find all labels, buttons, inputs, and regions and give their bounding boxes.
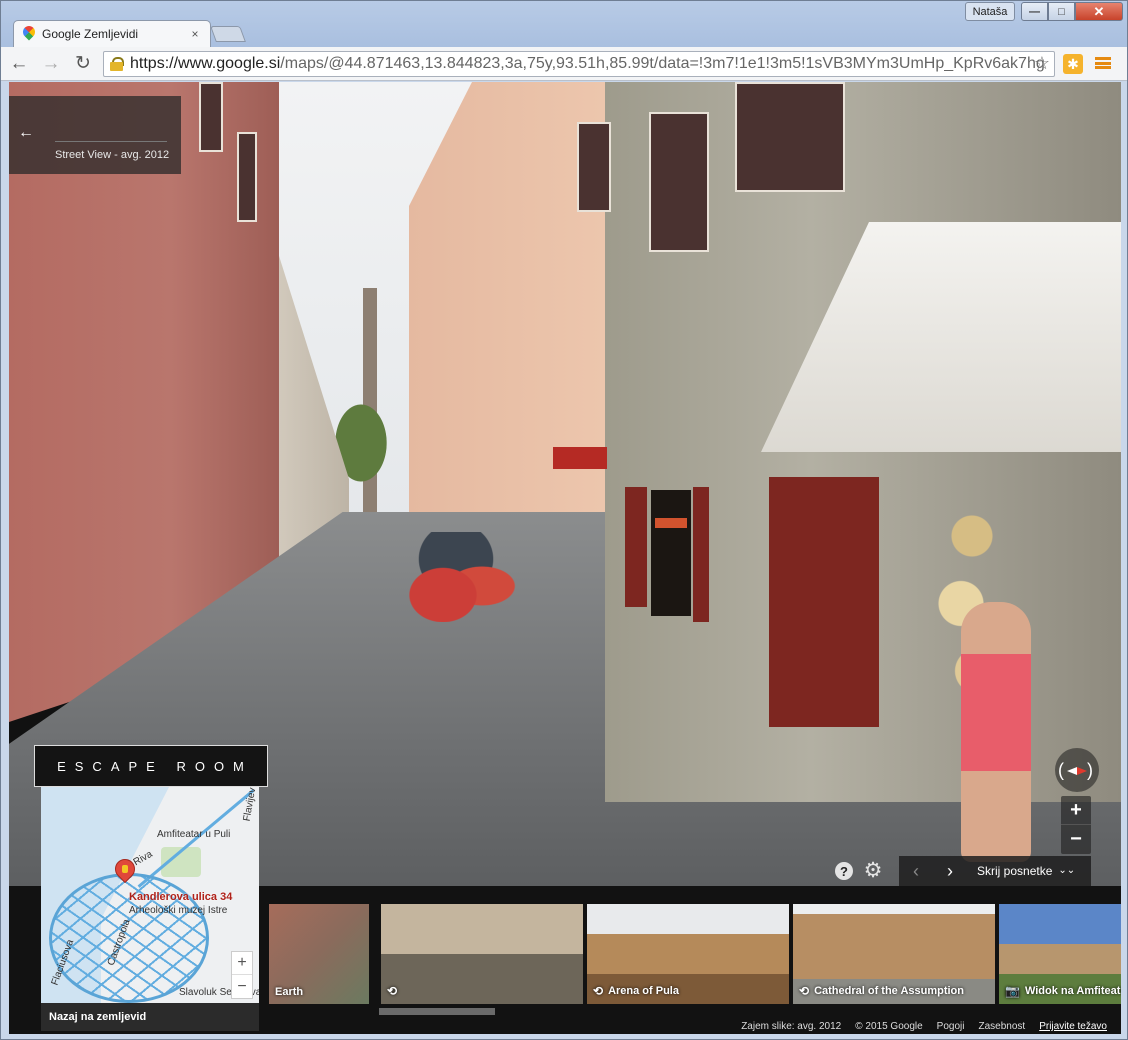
filmstrip-prev-button[interactable]: ‹: [899, 861, 933, 882]
filmstrip-next-button[interactable]: ›: [933, 861, 967, 882]
rotate-left-icon[interactable]: (: [1058, 760, 1064, 781]
rotate-right-icon[interactable]: ): [1087, 760, 1093, 781]
copyright: © 2015 Google: [855, 1021, 923, 1032]
browser-toolbar: ← → ↻ https://www.google.si /maps/@44.87…: [1, 47, 1127, 81]
tab-close-icon[interactable]: ×: [188, 27, 202, 41]
browser-window: Google Zemljevidi × Nataša — □ ✕ ← → ↻ h…: [0, 0, 1128, 1040]
filmstrip-thumb-earth[interactable]: Earth: [269, 904, 369, 1004]
reload-button[interactable]: ↻: [69, 50, 97, 78]
hide-photos-toggle[interactable]: Skrij posnetke: [977, 864, 1052, 878]
forward-button[interactable]: →: [37, 50, 65, 78]
camera-icon: 📷: [1005, 984, 1020, 998]
extension-icon[interactable]: ✱: [1063, 54, 1083, 74]
minimap-zoom-control: + −: [231, 951, 253, 999]
profile-button[interactable]: Nataša: [965, 2, 1015, 21]
back-button[interactable]: ←: [5, 50, 33, 78]
window: [735, 82, 845, 192]
thumb-label: Earth: [275, 986, 304, 998]
window: [577, 122, 611, 212]
image-date: Zajem slike: avg. 2012: [741, 1021, 842, 1032]
back-to-map-button[interactable]: Nazaj na zemljevid: [41, 1003, 259, 1031]
lock-warning-icon[interactable]: [110, 57, 124, 71]
360-icon: ⟲: [799, 984, 810, 998]
thumb-label: 📷 Widok na Amfiteatr: [1005, 984, 1121, 998]
minimap[interactable]: Amfiteatar u Puli Flavijev Riva Arheološ…: [41, 787, 259, 1003]
title-bar: Google Zemljevidi × Nataša — □ ✕: [1, 1, 1127, 47]
help-icon[interactable]: ?: [835, 862, 853, 880]
map-pin-icon[interactable]: [110, 854, 140, 887]
tab-title: Google Zemljevidi: [42, 27, 139, 41]
maximize-button[interactable]: □: [1048, 2, 1075, 21]
privacy-link[interactable]: Zasebnost: [978, 1021, 1025, 1032]
close-window-button[interactable]: ✕: [1075, 2, 1123, 21]
window: [199, 82, 223, 152]
window: [649, 112, 709, 252]
double-chevron-down-icon[interactable]: ⌄⌄: [1058, 866, 1075, 876]
url-path: /maps/@44.871463,13.844823,3a,75y,93.51h…: [280, 55, 1045, 72]
filmstrip-thumb-current[interactable]: ⟲: [381, 904, 583, 1004]
shutter: [625, 487, 647, 607]
thumb-label: ⟲ Arena of Pula: [593, 984, 679, 998]
thumb-label: ⟲ Cathedral of the Assumption: [799, 984, 964, 998]
minimize-button[interactable]: —: [1021, 2, 1048, 21]
footer: Zajem slike: avg. 2012 © 2015 Google Pog…: [741, 1021, 1107, 1032]
zoom-control: + −: [1061, 796, 1091, 854]
pedestrian: [961, 602, 1031, 862]
cafe-tables: [391, 532, 521, 622]
street-view-date: Street View - avg. 2012: [55, 149, 170, 161]
window: [237, 132, 257, 222]
filmstrip-thumb-amfiteatr[interactable]: 📷 Widok na Amfiteatr: [999, 904, 1121, 1004]
karlovacko-sign: [553, 447, 607, 469]
report-problem-link[interactable]: Prijavite težavo: [1039, 1021, 1107, 1032]
escape-room-banner[interactable]: ESCAPE ROOM: [34, 745, 268, 787]
filmstrip-thumb-arena[interactable]: ⟲ Arena of Pula: [587, 904, 789, 1004]
divider: [55, 141, 167, 142]
escape-room-sign: [651, 490, 691, 616]
zoom-in-button[interactable]: +: [1061, 796, 1091, 825]
zoom-out-button[interactable]: −: [1061, 825, 1091, 854]
door: [769, 477, 879, 727]
chrome-menu-icon[interactable]: [1095, 55, 1111, 71]
bookmark-star-icon[interactable]: ☆: [1034, 53, 1050, 74]
360-icon: ⟲: [387, 984, 398, 998]
compass-control[interactable]: ( ): [1055, 748, 1099, 792]
minimap-zoom-out-button[interactable]: −: [232, 975, 252, 998]
filmstrip-nav: ‹ › Skrij posnetke ⌄⌄: [899, 856, 1091, 886]
minimap-zoom-in-button[interactable]: +: [232, 952, 252, 975]
google-maps-icon: [20, 23, 38, 42]
compass-needle-south: [1067, 767, 1077, 775]
terms-link[interactable]: Pogoji: [937, 1021, 965, 1032]
address-bar[interactable]: https://www.google.si /maps/@44.871463,1…: [103, 51, 1055, 77]
browser-tab[interactable]: Google Zemljevidi ×: [13, 20, 211, 47]
filmstrip-thumb-cathedral[interactable]: ⟲ Cathedral of the Assumption: [793, 904, 995, 1004]
map-label-museum: Arheološki muzej Istre: [129, 905, 228, 916]
gear-icon[interactable]: ⚙: [861, 858, 885, 882]
filmstrip-scrollbar[interactable]: [379, 1008, 495, 1015]
maps-content: ← Street View - avg. 2012 ( ) + − ? ⚙ ‹ …: [9, 82, 1121, 1034]
shutter: [693, 487, 709, 622]
map-address-label: Kandlerova ulica 34: [129, 891, 233, 903]
url-host: https://www.google.si: [130, 55, 281, 72]
compass-needle-north: [1077, 767, 1087, 775]
new-tab-button[interactable]: [210, 26, 246, 42]
map-label-amfiteatar: Amfiteatar u Puli: [157, 829, 231, 840]
back-arrow-icon[interactable]: ←: [15, 122, 37, 144]
thumb-label: ⟲: [387, 984, 402, 998]
360-icon: ⟲: [593, 984, 604, 998]
street-view-header: ← Street View - avg. 2012: [9, 96, 181, 174]
